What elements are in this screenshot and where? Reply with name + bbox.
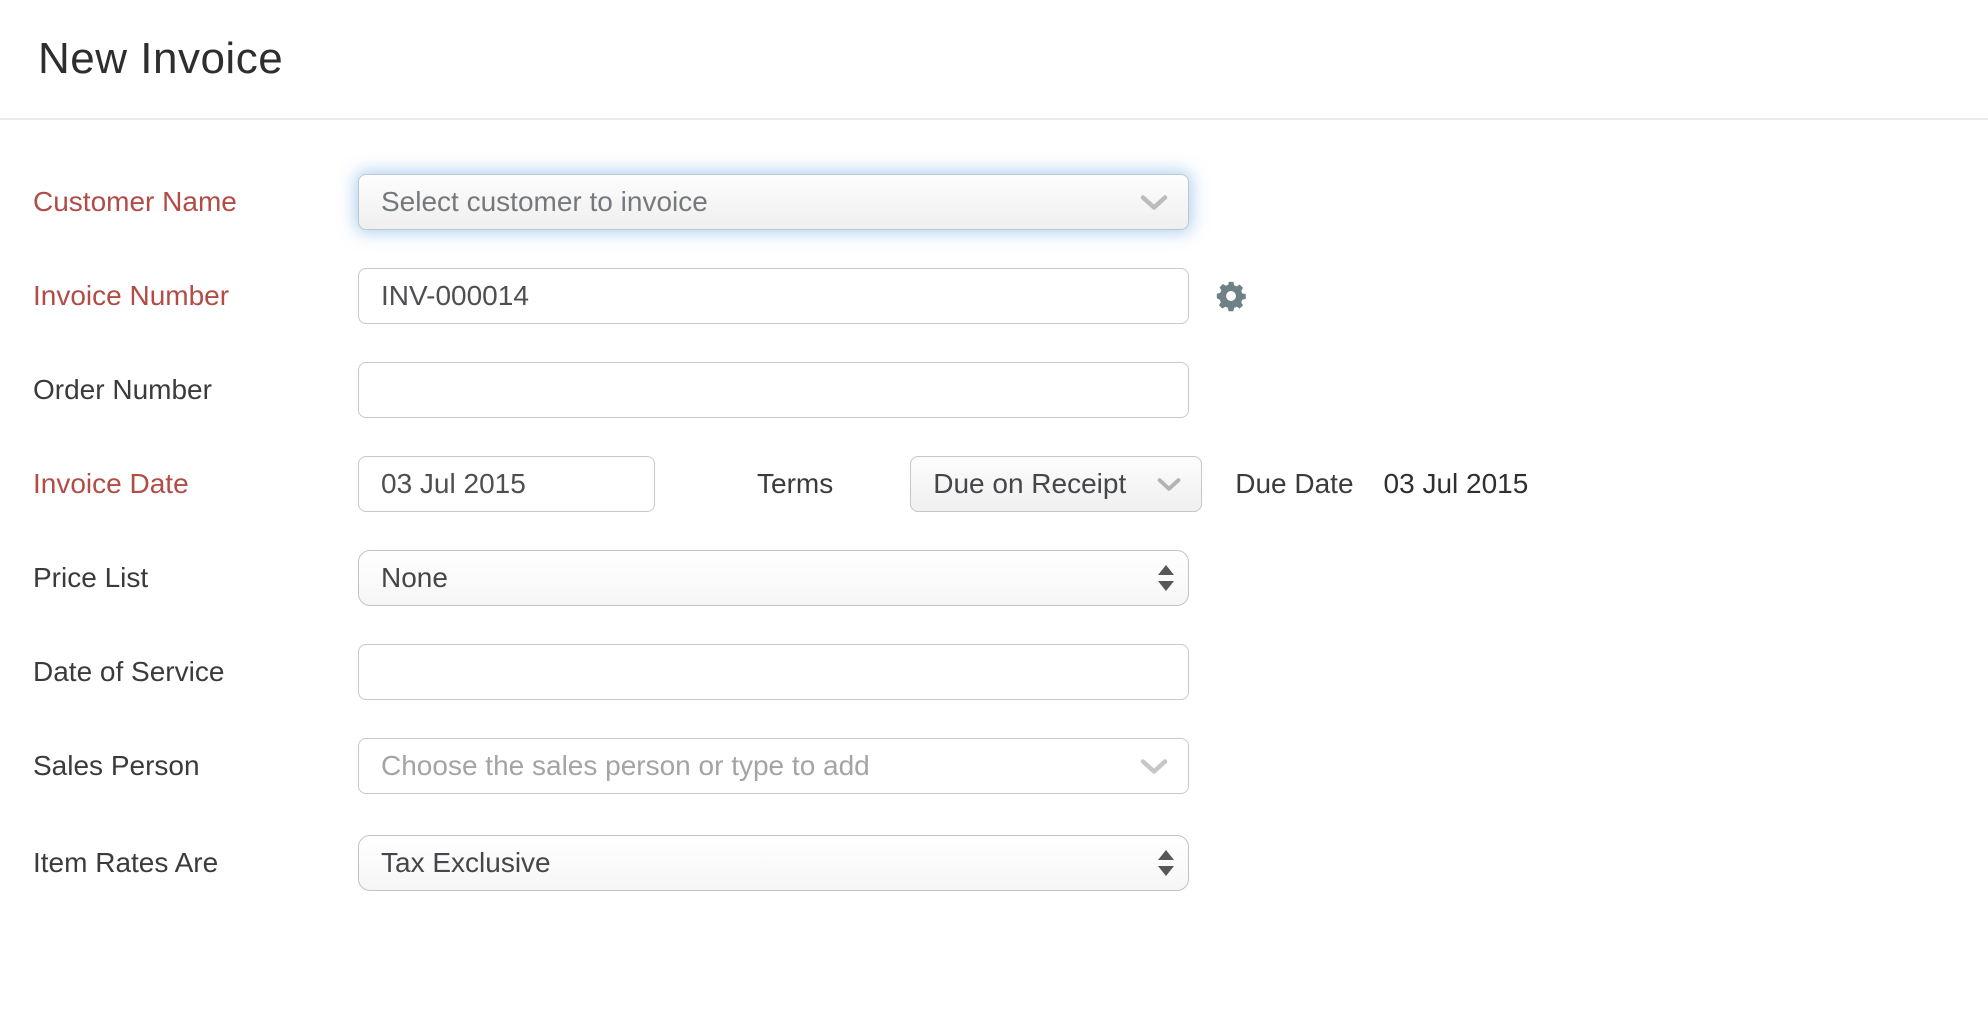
date-of-service-label: Date of Service bbox=[0, 656, 358, 688]
due-date-label: Due Date bbox=[1235, 468, 1353, 500]
invoice-number-label: Invoice Number bbox=[0, 280, 358, 312]
invoice-number-input[interactable] bbox=[358, 268, 1189, 324]
customer-name-row: Customer Name Select customer to invoice bbox=[0, 174, 1988, 230]
new-invoice-form: Customer Name Select customer to invoice… bbox=[0, 120, 1988, 891]
sales-person-row: Sales Person Choose the sales person or … bbox=[0, 738, 1988, 794]
invoice-number-row: Invoice Number bbox=[0, 268, 1988, 324]
chevron-down-icon bbox=[1140, 758, 1168, 775]
customer-name-label: Customer Name bbox=[0, 186, 358, 218]
price-list-row: Price List None bbox=[0, 550, 1988, 606]
up-down-arrows-icon bbox=[1157, 849, 1175, 877]
order-number-input[interactable] bbox=[358, 362, 1189, 418]
price-list-value: None bbox=[381, 562, 448, 594]
sales-person-label: Sales Person bbox=[0, 750, 358, 782]
due-date-value: 03 Jul 2015 bbox=[1384, 468, 1529, 500]
item-rates-row: Item Rates Are Tax Exclusive bbox=[0, 835, 1988, 891]
item-rates-label: Item Rates Are bbox=[0, 847, 358, 879]
terms-select-value: Due on Receipt bbox=[933, 468, 1126, 500]
up-down-arrows-icon bbox=[1157, 564, 1175, 592]
customer-select-placeholder: Select customer to invoice bbox=[381, 186, 708, 218]
date-of-service-input[interactable] bbox=[358, 644, 1189, 700]
page-title: New Invoice bbox=[38, 34, 283, 84]
terms-select[interactable]: Due on Receipt bbox=[910, 456, 1202, 512]
gear-icon[interactable] bbox=[1214, 279, 1248, 313]
page-header: New Invoice bbox=[0, 0, 1988, 120]
customer-select[interactable]: Select customer to invoice bbox=[358, 174, 1189, 230]
date-of-service-row: Date of Service bbox=[0, 644, 1988, 700]
order-number-row: Order Number bbox=[0, 362, 1988, 418]
item-rates-value: Tax Exclusive bbox=[381, 847, 551, 879]
invoice-date-label: Invoice Date bbox=[0, 468, 358, 500]
chevron-down-icon bbox=[1157, 477, 1181, 492]
chevron-down-icon bbox=[1140, 194, 1168, 211]
sales-person-placeholder: Choose the sales person or type to add bbox=[381, 750, 870, 782]
price-list-select[interactable]: None bbox=[358, 550, 1189, 606]
order-number-label: Order Number bbox=[0, 374, 358, 406]
invoice-date-row: Invoice Date Terms Due on Receipt Due Da… bbox=[0, 456, 1988, 512]
sales-person-select[interactable]: Choose the sales person or type to add bbox=[358, 738, 1189, 794]
invoice-date-input[interactable] bbox=[358, 456, 655, 512]
item-rates-select[interactable]: Tax Exclusive bbox=[358, 835, 1189, 891]
terms-label: Terms bbox=[757, 468, 833, 500]
price-list-label: Price List bbox=[0, 562, 358, 594]
